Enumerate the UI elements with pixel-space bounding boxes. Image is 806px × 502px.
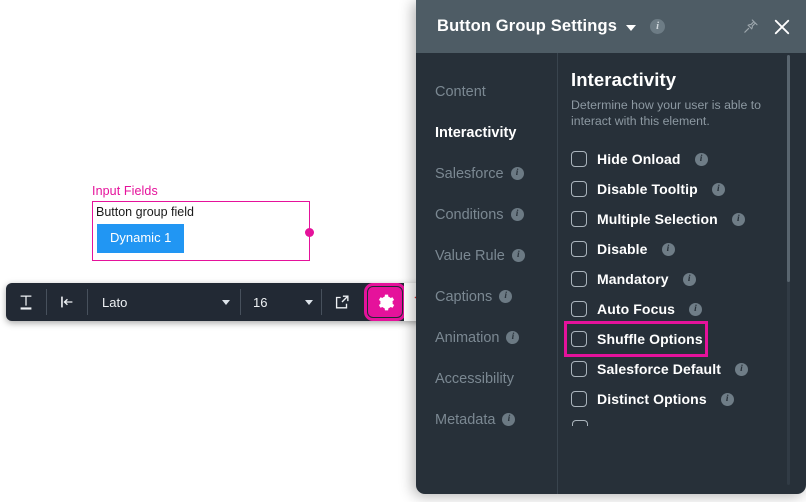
option-auto-focus[interactable]: Auto Focus i [571, 294, 806, 324]
checkbox[interactable] [571, 241, 587, 257]
info-icon[interactable]: i [720, 392, 734, 406]
resize-handle[interactable] [304, 228, 314, 237]
option-label: Mandatory [597, 271, 669, 287]
checkbox[interactable] [571, 331, 587, 347]
nav-item-conditions[interactable]: Conditions i [435, 194, 557, 235]
element-toolbar[interactable]: Lato 16 [6, 283, 438, 321]
info-icon[interactable]: i [661, 242, 675, 256]
option-disable-tooltip[interactable]: Disable Tooltip i [571, 174, 806, 204]
dynamic-option-button[interactable]: Dynamic 1 [97, 224, 185, 253]
chevron-down-icon [305, 299, 313, 305]
option-label: Disable Tooltip [597, 181, 698, 197]
info-icon[interactable]: i [510, 167, 524, 180]
open-external-button[interactable] [322, 283, 362, 321]
checkbox[interactable] [571, 301, 587, 317]
info-icon[interactable]: i [650, 19, 666, 34]
info-icon[interactable]: i [510, 208, 524, 221]
option-multiple-selection[interactable]: Multiple Selection i [571, 204, 806, 234]
panel-nav: Content Interactivity Salesforce i Condi… [416, 53, 558, 494]
option-label: Shuffle Options [597, 331, 703, 347]
info-icon[interactable]: i [682, 272, 696, 286]
nav-item-accessibility[interactable]: Accessibility [435, 358, 557, 399]
nav-label: Metadata [435, 411, 496, 428]
option-label: Auto Focus [597, 301, 675, 317]
panel-title: Button Group Settings [437, 17, 618, 35]
option-label: Distinct Options [597, 391, 707, 407]
chevron-down-icon[interactable] [626, 25, 637, 31]
option-label: Disable [597, 241, 648, 257]
option-label: Salesforce Default [597, 361, 721, 377]
input-fields-group: Input Fields Button group field Dynamic … [92, 184, 314, 261]
nav-item-animation[interactable]: Animation i [435, 317, 557, 358]
option-distinct-options[interactable]: Distinct Options i [571, 384, 806, 414]
info-icon[interactable]: i [731, 212, 745, 226]
pin-icon[interactable] [742, 18, 759, 35]
open-external-icon [335, 295, 349, 309]
settings-button[interactable] [364, 283, 406, 321]
panel-body: Content Interactivity Salesforce i Condi… [416, 53, 806, 494]
checkbox[interactable] [571, 391, 587, 407]
nav-label: Salesforce [435, 165, 504, 182]
option-salesforce-default[interactable]: Salesforce Default i [571, 354, 806, 384]
button-group-field[interactable]: Button group field Dynamic 1 [92, 201, 314, 261]
field-group-legend: Input Fields [92, 184, 158, 198]
option-shuffle-options[interactable]: Shuffle Options [564, 321, 708, 357]
gear-icon [378, 294, 394, 310]
nav-item-interactivity[interactable]: Interactivity [435, 112, 557, 153]
info-icon[interactable]: i [734, 362, 748, 376]
checkbox[interactable] [571, 211, 587, 227]
nav-label: Animation [435, 329, 500, 346]
checkbox[interactable] [571, 271, 587, 287]
info-icon[interactable]: i [511, 249, 525, 262]
nav-item-salesforce[interactable]: Salesforce i [435, 153, 557, 194]
nav-label: Interactivity [435, 124, 517, 141]
info-icon[interactable]: i [711, 182, 725, 196]
align-left-icon [61, 296, 73, 308]
nav-label: Conditions [435, 206, 504, 223]
font-size-value: 16 [253, 294, 268, 310]
panel-header: Button Group Settings i [416, 0, 806, 53]
info-icon[interactable]: i [499, 290, 513, 303]
scrollbar-thumb[interactable] [787, 55, 790, 282]
close-icon[interactable] [772, 17, 792, 37]
nav-label: Accessibility [435, 370, 514, 387]
section-description: Determine how your user is able to inter… [571, 98, 762, 128]
checkbox[interactable] [571, 181, 587, 197]
option-mandatory[interactable]: Mandatory i [571, 264, 806, 294]
option-label: Multiple Selection [597, 211, 718, 227]
nav-item-captions[interactable]: Captions i [435, 276, 557, 317]
nav-label: Value Rule [435, 247, 505, 264]
nav-label: Captions [435, 288, 493, 305]
font-family-value: Lato [102, 294, 128, 310]
option-disable[interactable]: Disable i [571, 234, 806, 264]
font-size-select[interactable]: 16 [241, 283, 321, 321]
checkbox[interactable] [571, 361, 587, 377]
section-heading: Interactivity [571, 69, 677, 90]
checkbox[interactable] [571, 151, 587, 167]
option-partial-cutoff[interactable] [572, 420, 588, 426]
info-icon[interactable]: i [506, 331, 520, 344]
panel-content: Interactivity Determine how your user is… [558, 53, 806, 494]
chevron-down-icon [222, 299, 230, 305]
app-root: Input Fields Button group field Dynamic … [0, 0, 806, 502]
option-hide-onload[interactable]: Hide Onload i [571, 144, 806, 174]
field-label: Button group field [96, 205, 194, 219]
nav-item-metadata[interactable]: Metadata i [435, 399, 557, 440]
nav-label: Content [435, 83, 486, 100]
option-label: Hide Onload [597, 151, 681, 167]
info-icon[interactable]: i [689, 302, 702, 316]
nav-item-content[interactable]: Content [435, 71, 557, 112]
align-left-button[interactable] [47, 283, 87, 321]
text-format-icon [20, 295, 32, 310]
info-icon[interactable]: i [502, 413, 516, 426]
font-family-select[interactable]: Lato [88, 283, 240, 321]
settings-panel: Button Group Settings i Content Interact… [416, 0, 806, 494]
info-icon[interactable]: i [694, 152, 708, 166]
text-format-button[interactable] [6, 283, 46, 321]
nav-item-value-rule[interactable]: Value Rule i [435, 235, 557, 276]
